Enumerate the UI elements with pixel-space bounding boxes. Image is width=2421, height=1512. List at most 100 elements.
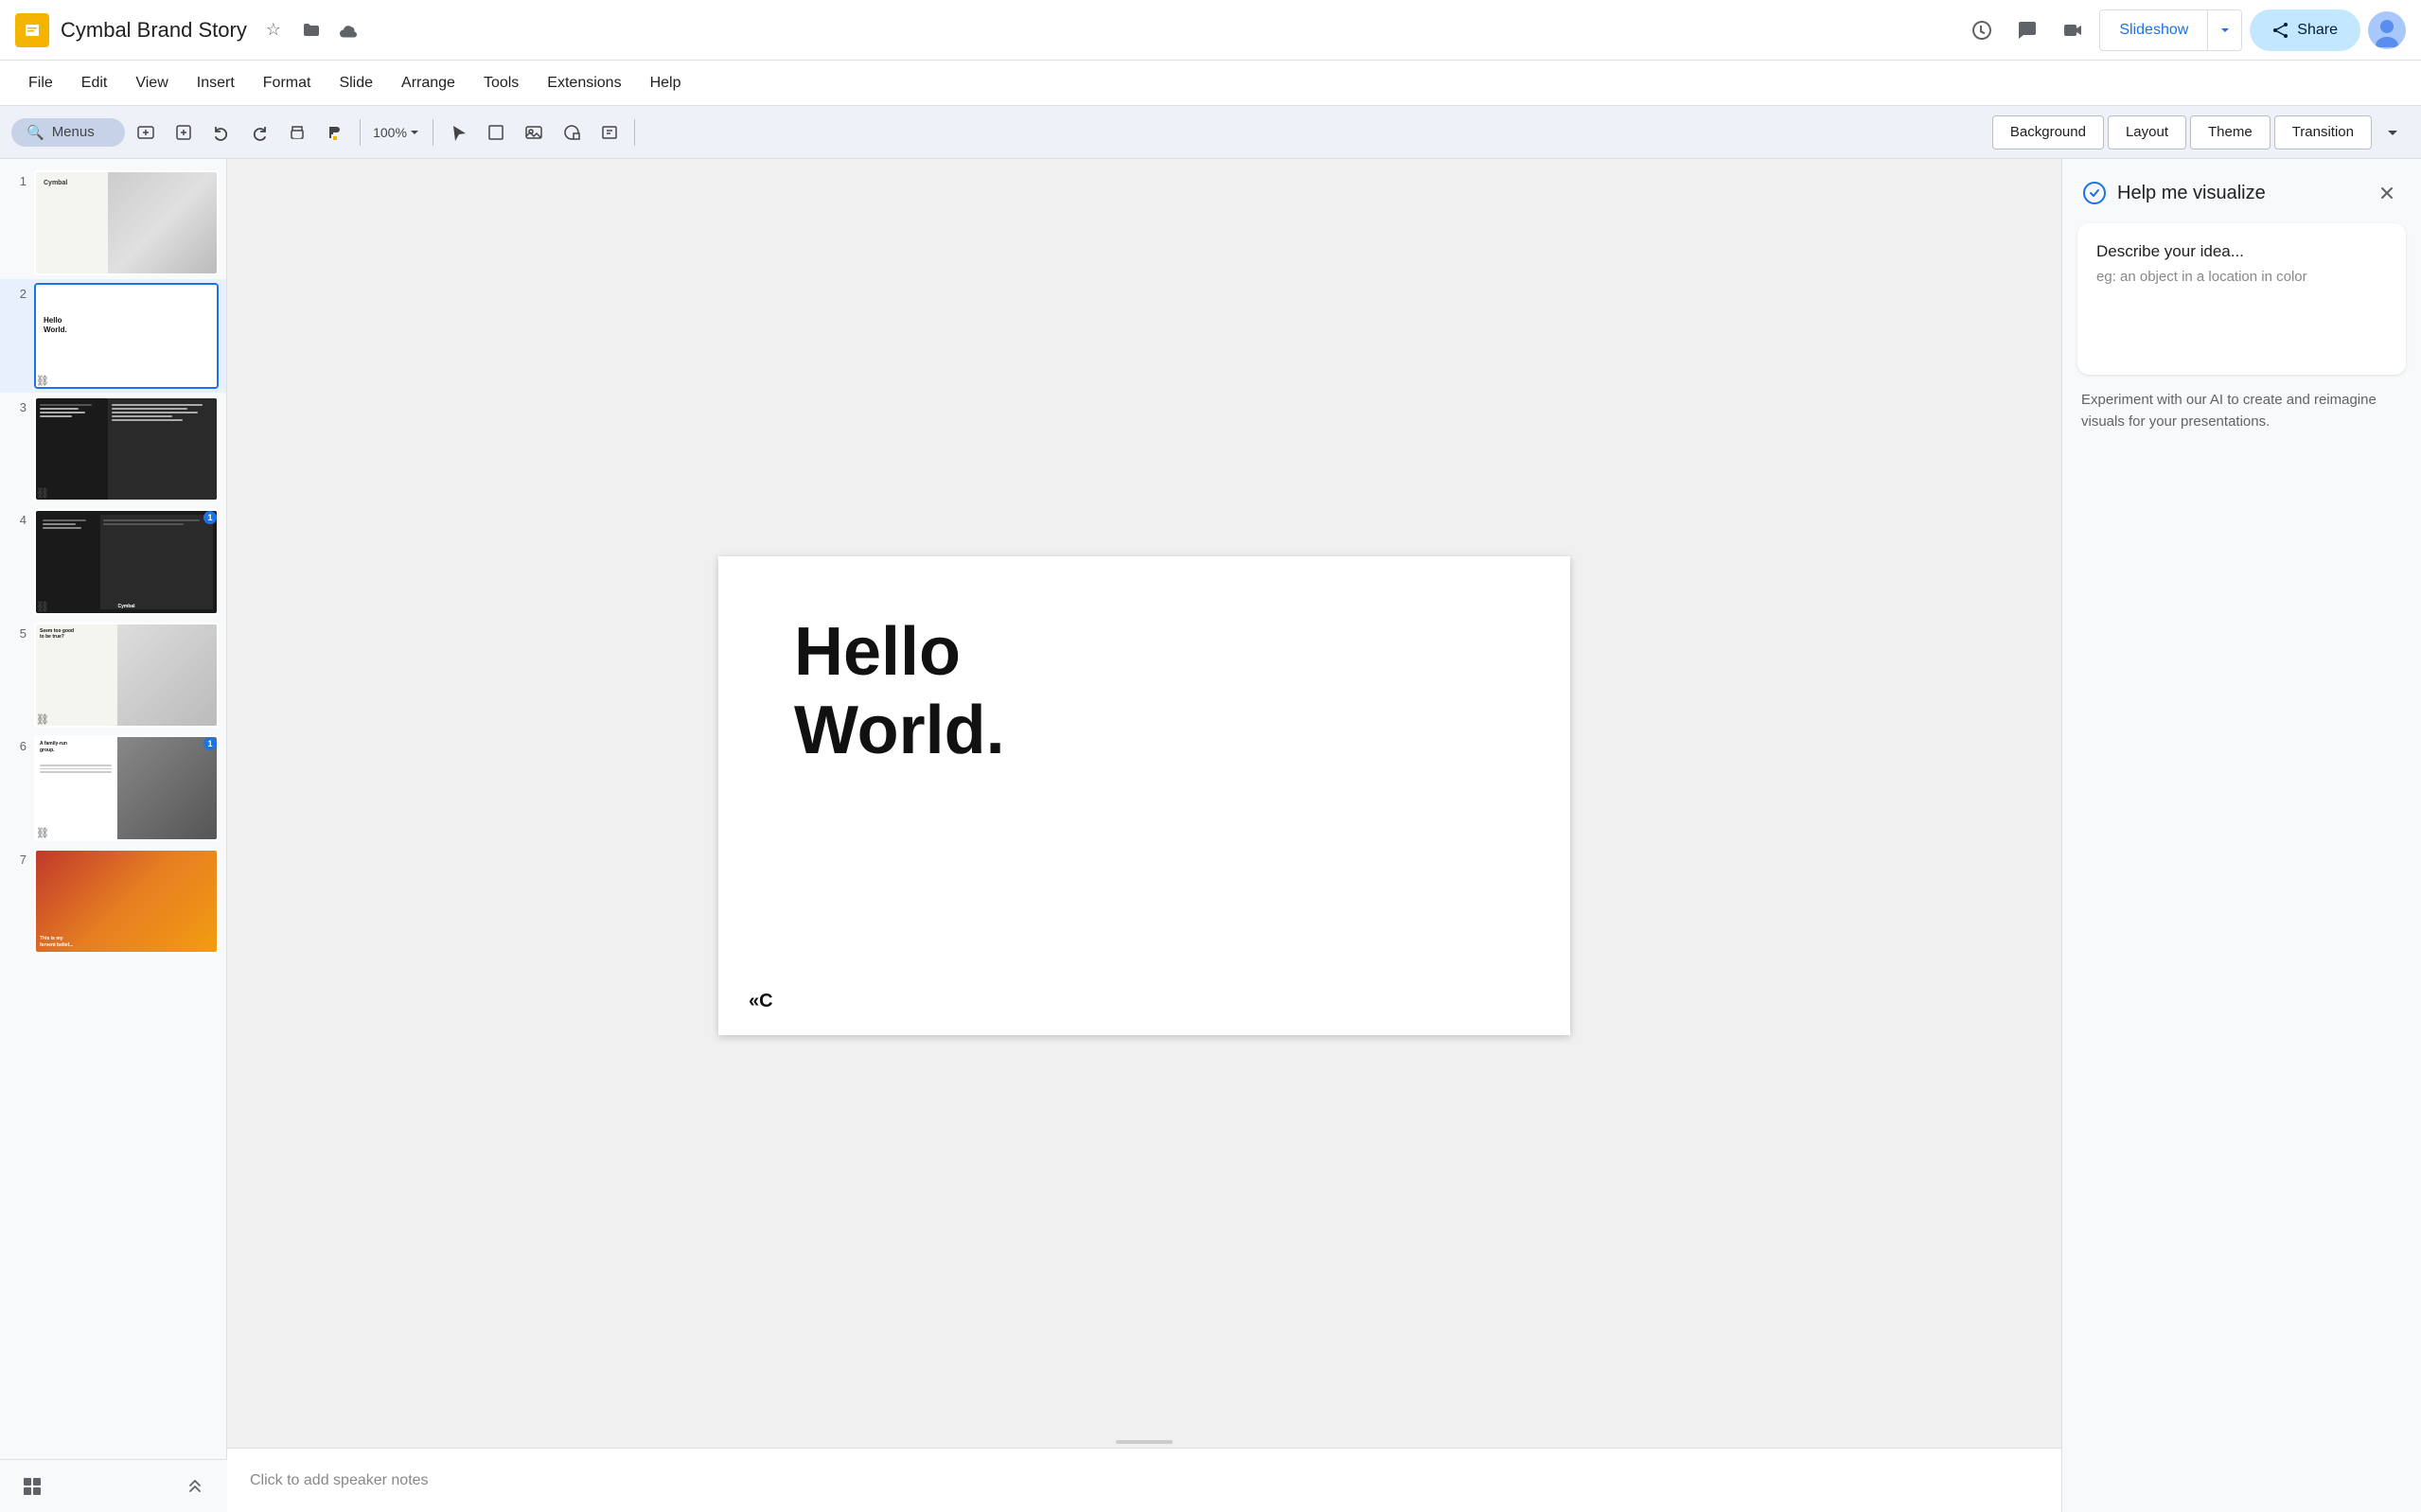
menu-format[interactable]: Format (250, 69, 325, 97)
speaker-notes-placeholder: Click to add speaker notes (250, 1472, 429, 1489)
select-btn[interactable] (441, 115, 475, 149)
menus-label: Menus (52, 124, 95, 140)
layout-btn[interactable]: Layout (2108, 115, 2186, 149)
slide-thumb-3: ⛓ (34, 396, 219, 501)
right-panel-description: Experiment with our AI to create and rei… (2077, 390, 2406, 432)
shape-btn[interactable] (555, 115, 589, 149)
menu-file[interactable]: File (15, 69, 66, 97)
folder-icon[interactable] (296, 15, 327, 45)
slide-item-3[interactable]: 3 (0, 393, 226, 505)
history-icon[interactable] (1963, 11, 2001, 49)
import-btn[interactable] (167, 115, 201, 149)
menus-search[interactable]: 🔍 Menus (11, 118, 125, 147)
star-icon[interactable]: ☆ (258, 15, 289, 45)
textbox-btn[interactable] (592, 115, 627, 149)
doc-title: Cymbal Brand Story (61, 18, 247, 43)
slide-number-6: 6 (8, 739, 27, 753)
slide-item-5[interactable]: 5 Seem too goodto be true? ⛓ (0, 619, 226, 731)
menu-edit[interactable]: Edit (68, 69, 121, 97)
right-panel-close-btn[interactable] (2372, 178, 2402, 208)
visualize-icon (2081, 180, 2108, 206)
slideshow-btn-label[interactable]: Slideshow (2100, 10, 2207, 50)
slide-editor: Hello World. «C Click to add speaker not… (227, 159, 2061, 1512)
right-panel-body: Describe your idea... eg: an object in a… (2062, 223, 2421, 1512)
slideshow-dropdown-icon[interactable] (2207, 10, 2241, 50)
menu-arrange[interactable]: Arrange (388, 69, 468, 97)
idea-hint: eg: an object in a location in color (2096, 269, 2387, 285)
top-bar: Cymbal Brand Story ☆ Slideshow Share (0, 0, 2421, 61)
search-icon: 🔍 (27, 124, 44, 141)
separator-3 (634, 119, 635, 146)
slide-actions: Background Layout Theme Transition (1992, 115, 2372, 149)
menu-extensions[interactable]: Extensions (534, 69, 634, 97)
cloud-icon[interactable] (334, 15, 364, 45)
share-btn-label: Share (2297, 22, 2338, 39)
menu-view[interactable]: View (122, 69, 181, 97)
menu-insert[interactable]: Insert (184, 69, 248, 97)
theme-btn[interactable]: Theme (2190, 115, 2271, 149)
right-panel: Help me visualize Describe your idea... … (2061, 159, 2421, 1512)
slide-thumb-4: Cymbal ⛓ 1 (34, 509, 219, 614)
slide-footer-logo: «C (749, 991, 773, 1012)
undo-btn[interactable] (204, 115, 239, 149)
slide-item-7[interactable]: 7 This is myfervent belief... (0, 845, 226, 958)
right-panel-header: Help me visualize (2062, 159, 2421, 223)
zoom-btn[interactable]: 100% (368, 115, 425, 149)
slide-item-6[interactable]: 6 A family-rungroup. (0, 731, 226, 844)
slide-item-2[interactable]: 2 HelloWorld. ⛓ (0, 279, 226, 392)
slide-link-icon-6: ⛓ (36, 827, 49, 839)
app-icon (15, 13, 49, 47)
grid-view-btn[interactable] (15, 1469, 49, 1503)
print-btn[interactable] (280, 115, 314, 149)
slides-panel: 1 Cymbal 2 HelloWorld. ⛓ (0, 159, 227, 1512)
slide-thumb-6: A family-rungroup. ⛓ 1 (34, 735, 219, 840)
slideshow-button[interactable]: Slideshow (2099, 9, 2242, 51)
image-btn[interactable] (517, 115, 551, 149)
main-area: 1 Cymbal 2 HelloWorld. ⛓ (0, 159, 2421, 1512)
slide-main-content: Hello World. (718, 556, 1570, 827)
slide-item-4[interactable]: 4 (0, 505, 226, 618)
meet-icon[interactable] (2054, 11, 2092, 49)
paint-format-btn[interactable] (318, 115, 352, 149)
share-button[interactable]: Share (2250, 9, 2360, 51)
add-slide-btn[interactable] (129, 115, 163, 149)
toolbar: 🔍 Menus 100% Background Layout (0, 106, 2421, 159)
collapse-panel-btn[interactable] (178, 1469, 212, 1503)
slide-number-2: 2 (8, 287, 27, 301)
menu-bar: File Edit View Insert Format Slide Arran… (0, 61, 2421, 106)
slide-number-7: 7 (8, 853, 27, 867)
slide-canvas[interactable]: Hello World. «C (718, 556, 1570, 1035)
slide-item-1[interactable]: 1 Cymbal (0, 167, 226, 279)
idea-input-area[interactable]: Describe your idea... eg: an object in a… (2077, 223, 2406, 375)
menu-help[interactable]: Help (637, 69, 695, 97)
redo-btn[interactable] (242, 115, 276, 149)
slide-number-4: 4 (8, 513, 27, 527)
speaker-notes[interactable]: Click to add speaker notes (227, 1448, 2061, 1512)
slide-link-icon-3: ⛓ (36, 487, 49, 500)
slide-thumb-2: HelloWorld. ⛓ (34, 283, 219, 388)
slide-link-icon-5: ⛓ (36, 713, 49, 726)
top-right-actions: Slideshow Share (1963, 9, 2406, 51)
slide-link-icon-2: ⛓ (36, 375, 49, 387)
drag-handle-area (227, 1433, 2061, 1448)
slide-number-1: 1 (8, 174, 27, 188)
slide-thumb-1: Cymbal (34, 170, 219, 275)
menu-slide[interactable]: Slide (326, 69, 386, 97)
slide-canvas-area[interactable]: Hello World. «C (227, 159, 2061, 1433)
transition-btn[interactable]: Transition (2274, 115, 2372, 149)
notes-drag-handle[interactable] (1116, 1440, 1173, 1444)
frame-btn[interactable] (479, 115, 513, 149)
user-avatar[interactable] (2368, 11, 2406, 49)
bottom-panel (0, 1459, 227, 1512)
slide-thumb-5: Seem too goodto be true? ⛓ (34, 623, 219, 728)
separator-1 (360, 119, 361, 146)
slide-thumb-7: This is myfervent belief... (34, 849, 219, 954)
slide-number-3: 3 (8, 400, 27, 414)
menu-tools[interactable]: Tools (470, 69, 532, 97)
toolbar-collapse-btn[interactable] (2376, 115, 2410, 149)
top-bar-icons: ☆ (258, 15, 364, 45)
right-panel-title: Help me visualize (2081, 180, 2266, 206)
slide-main-text: Hello World. (794, 613, 1494, 770)
background-btn[interactable]: Background (1992, 115, 2104, 149)
comments-icon[interactable] (2008, 11, 2046, 49)
